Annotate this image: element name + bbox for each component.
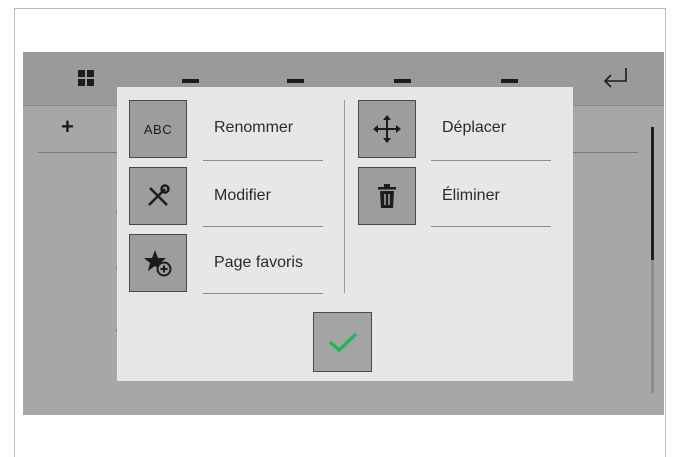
list-divider-right <box>573 152 638 153</box>
favorite-page-underline <box>203 293 323 294</box>
move-underline <box>431 160 551 161</box>
modify-button[interactable] <box>129 167 187 225</box>
add-button[interactable]: + <box>61 116 74 138</box>
list-divider <box>38 152 118 153</box>
tab-indicator-1[interactable] <box>182 79 199 83</box>
wrench-screwdriver-icon <box>148 184 170 206</box>
move-arrows-icon <box>373 115 401 143</box>
abc-text-icon: ABC <box>143 121 173 137</box>
modify-label[interactable]: Modifier <box>214 187 271 205</box>
trash-icon <box>378 184 396 208</box>
delete-underline <box>431 226 551 227</box>
column-divider <box>344 100 345 293</box>
tab-indicator-4[interactable] <box>501 79 518 83</box>
favorite-page-button[interactable] <box>129 234 187 292</box>
rename-underline <box>203 160 323 161</box>
move-button[interactable] <box>358 100 416 158</box>
move-label[interactable]: Déplacer <box>442 119 506 137</box>
delete-label[interactable]: Éliminer <box>442 187 500 205</box>
confirm-button[interactable] <box>313 312 372 372</box>
tab-indicator-2[interactable] <box>287 79 304 83</box>
edit-options-dialog: ABC Renommer Modifier Page favoris Dépla… <box>117 87 573 381</box>
star-plus-icon <box>144 250 172 277</box>
rename-label[interactable]: Renommer <box>214 119 293 137</box>
delete-button[interactable] <box>358 167 416 225</box>
checkmark-icon <box>328 332 357 353</box>
favorite-page-label[interactable]: Page favoris <box>214 254 303 272</box>
rename-button[interactable]: ABC <box>129 100 187 158</box>
return-arrow-icon[interactable] <box>600 64 630 90</box>
grid-icon[interactable] <box>78 70 94 86</box>
tab-indicator-3[interactable] <box>394 79 411 83</box>
scrollbar-thumb[interactable] <box>651 127 654 260</box>
modify-underline <box>203 226 323 227</box>
